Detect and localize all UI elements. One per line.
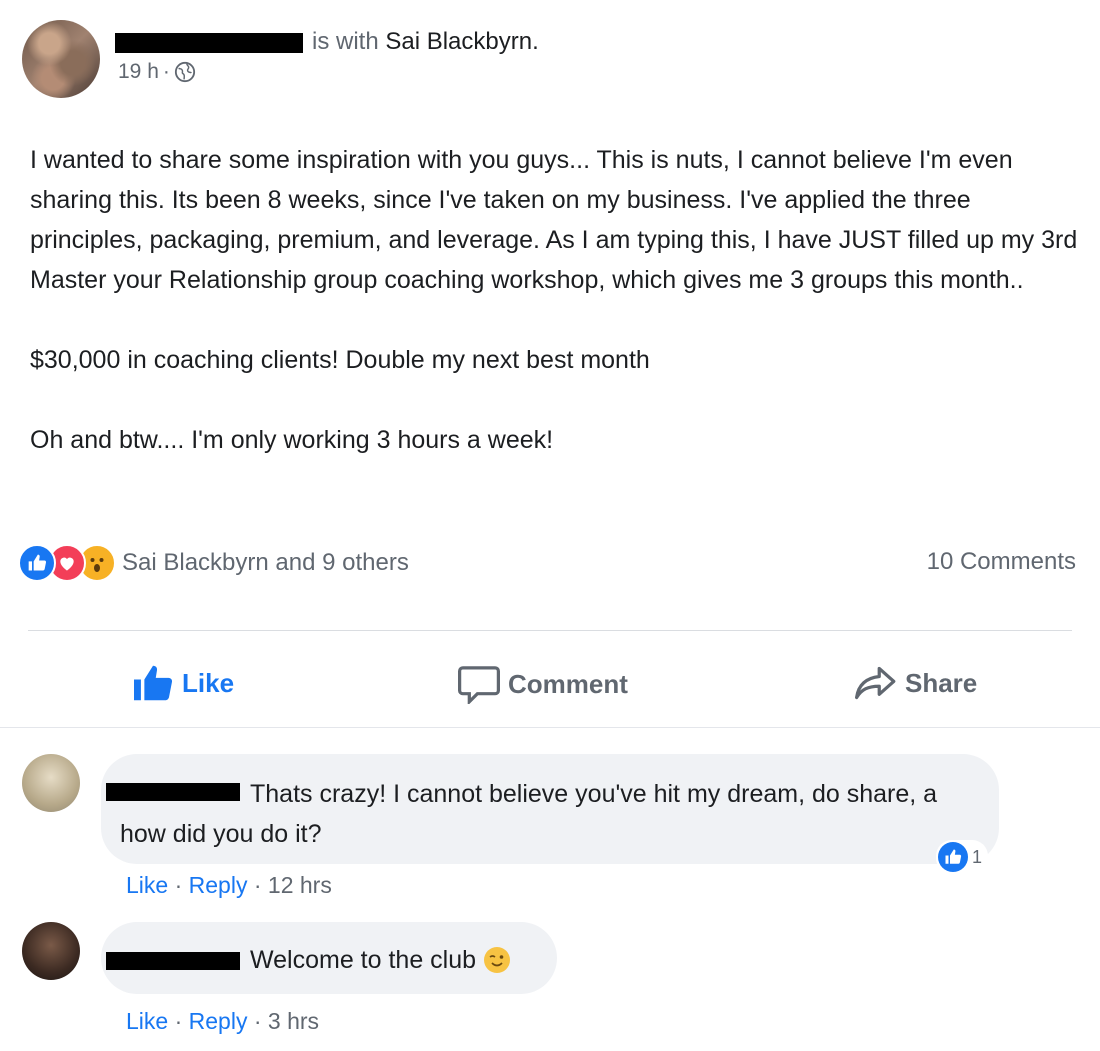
comment-bubble-icon	[458, 666, 500, 704]
comment-reply-link[interactable]: Reply	[189, 872, 248, 898]
share-button-label: Share	[905, 667, 978, 698]
meta-separator: ·	[174, 872, 183, 898]
comment-like-link[interactable]: Like	[126, 872, 168, 898]
comment-like-badge[interactable]: 1	[936, 840, 989, 874]
comment-like-link[interactable]: Like	[126, 1008, 168, 1034]
like-button-label: Like	[182, 667, 235, 698]
comment-time[interactable]: 12 hrs	[268, 872, 332, 898]
commenter-avatar[interactable]	[22, 754, 80, 812]
commenter-name-redacted[interactable]	[106, 952, 240, 970]
comments-count-link[interactable]: 10 Comments	[927, 548, 1076, 576]
share-button[interactable]: Share	[855, 664, 977, 702]
comment-text-row: Welcome to the club	[250, 942, 511, 978]
reactions-summary[interactable]: Sai Blackbyrn and 9 others	[18, 544, 409, 582]
comment-reply-link[interactable]: Reply	[189, 1008, 248, 1034]
meta-separator: ·	[253, 1008, 262, 1034]
author-relation: is with	[312, 28, 379, 55]
post-time[interactable]: 19 h	[118, 60, 159, 84]
meta-separator: ·	[174, 1008, 183, 1034]
post-body: I wanted to share some inspiration with …	[30, 146, 1078, 454]
meta-separator: ·	[253, 872, 262, 898]
post-header: is with Sai Blackbyrn.	[312, 28, 539, 56]
divider	[0, 727, 1100, 728]
comment-text: Welcome to the club	[250, 946, 477, 974]
divider	[28, 630, 1072, 631]
comment-meta: Like · Reply · 3 hrs	[126, 1008, 319, 1035]
globe-icon[interactable]	[174, 61, 196, 83]
winking-face-emoji	[484, 947, 511, 973]
comment-meta: Like · Reply · 12 hrs	[126, 872, 332, 899]
share-arrow-icon	[855, 666, 896, 700]
like-reaction-icon	[938, 842, 968, 872]
comment-button[interactable]: Comment	[458, 664, 628, 704]
like-button[interactable]: Like	[132, 664, 234, 702]
comment-text: Thats crazy! I cannot believe you've hit…	[120, 780, 938, 848]
reactions-label[interactable]: Sai Blackbyrn and 9 others	[122, 549, 409, 577]
like-reaction-icon	[18, 544, 56, 582]
author-avatar[interactable]	[22, 20, 100, 98]
author-name-redacted	[115, 33, 303, 53]
tagged-user-link[interactable]: Sai Blackbyrn.	[385, 28, 538, 55]
post-timestamp: 19 h ·	[118, 60, 196, 84]
comment-like-count: 1	[972, 846, 983, 867]
commenter-avatar[interactable]	[22, 922, 80, 980]
comment-button-label: Comment	[508, 668, 628, 699]
thumbs-up-icon	[134, 665, 173, 701]
time-separator: ·	[162, 60, 170, 83]
comment-time[interactable]: 3 hrs	[268, 1008, 319, 1034]
